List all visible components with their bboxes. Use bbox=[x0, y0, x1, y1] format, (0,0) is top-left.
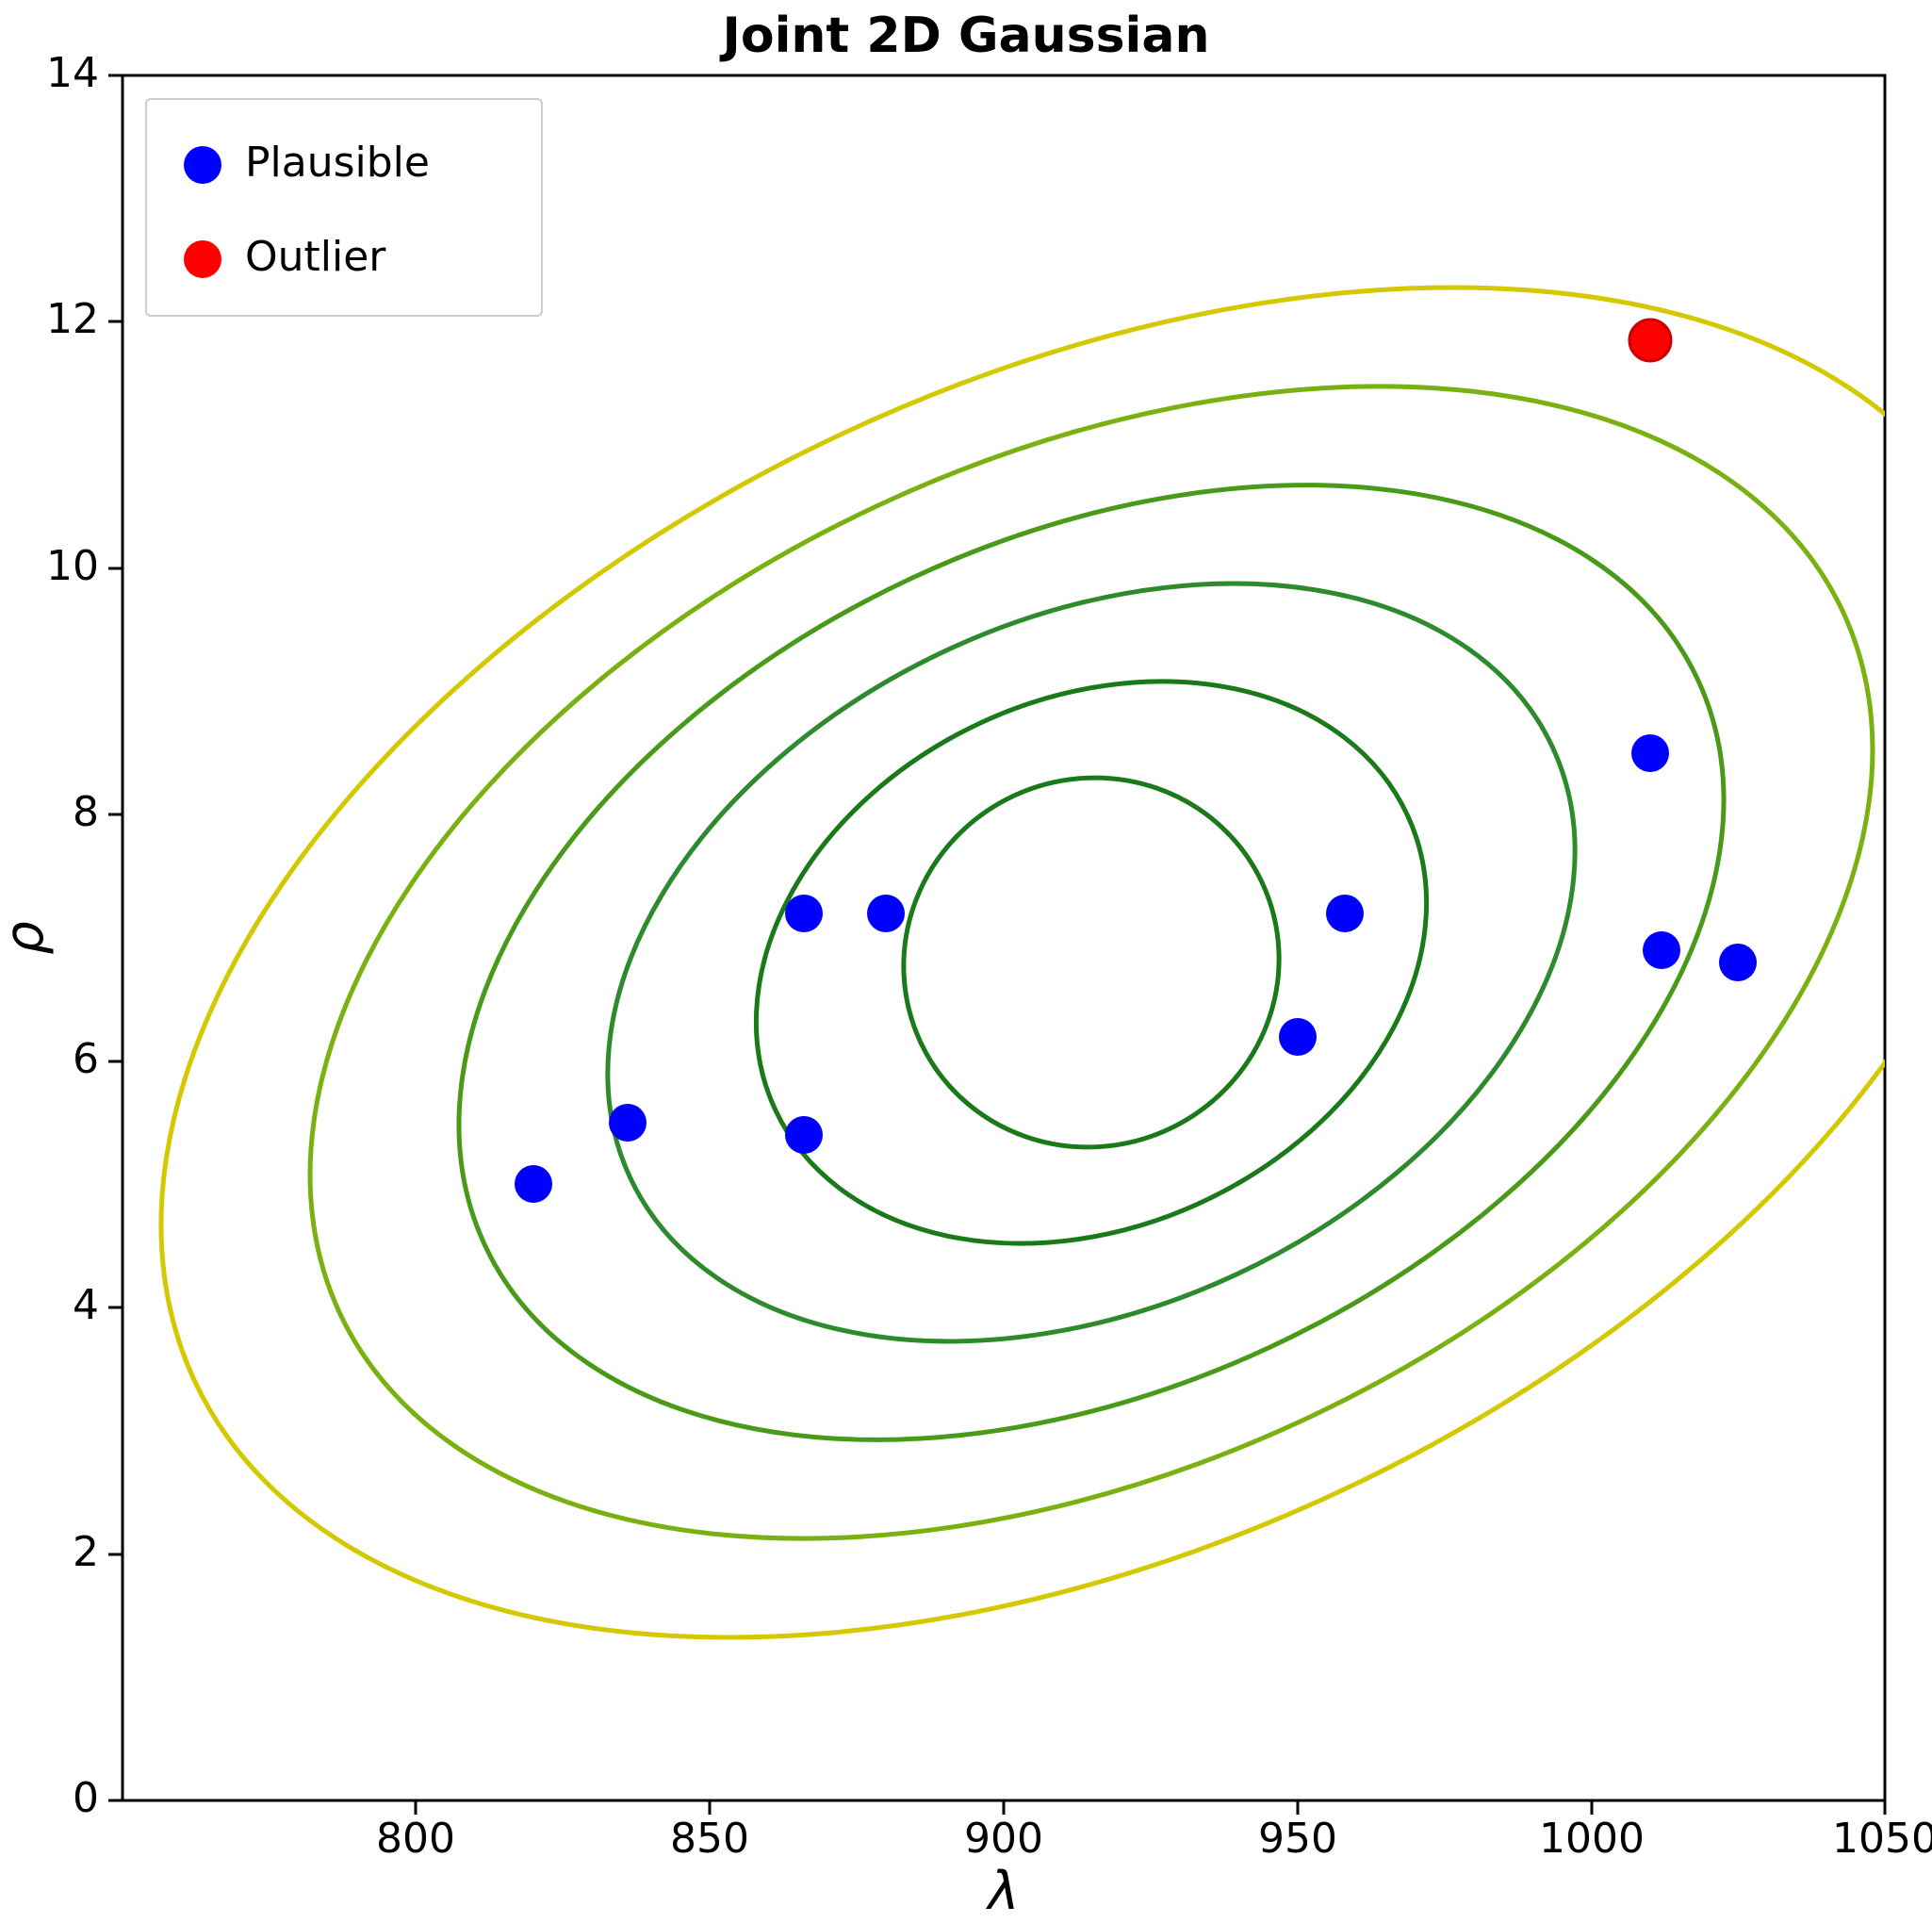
legend-plausible-label: Plausible bbox=[245, 139, 430, 187]
legend-box bbox=[146, 99, 542, 316]
y-tick-6: 6 bbox=[73, 1035, 99, 1083]
x-tick-1000: 1000 bbox=[1539, 1815, 1645, 1863]
x-axis-label: λ bbox=[985, 1861, 1019, 1922]
y-tick-14: 14 bbox=[46, 49, 99, 97]
y-tick-4: 4 bbox=[73, 1281, 99, 1329]
y-tick-0: 0 bbox=[73, 1774, 99, 1822]
x-tick-1050: 1050 bbox=[1832, 1815, 1932, 1863]
blue-point-7 bbox=[1326, 895, 1364, 932]
chart-container: Joint 2D Gaussian 800 850 900 950 1000 1… bbox=[0, 0, 1932, 1923]
blue-point-10 bbox=[1719, 944, 1757, 981]
x-tick-950: 950 bbox=[1258, 1815, 1337, 1863]
blue-point-4 bbox=[867, 895, 905, 932]
y-tick-2: 2 bbox=[73, 1528, 99, 1576]
blue-point-5 bbox=[785, 1116, 823, 1154]
blue-point-1 bbox=[515, 1165, 552, 1203]
legend-plausible-dot bbox=[184, 146, 221, 184]
blue-point-3 bbox=[785, 895, 823, 932]
x-tick-850: 850 bbox=[670, 1815, 749, 1863]
red-point-1 bbox=[1629, 320, 1671, 361]
y-tick-12: 12 bbox=[46, 295, 99, 343]
chart-title: Joint 2D Gaussian bbox=[720, 8, 1210, 64]
blue-point-8 bbox=[1631, 734, 1669, 772]
x-tick-800: 800 bbox=[376, 1815, 455, 1863]
blue-point-2 bbox=[609, 1104, 647, 1142]
y-axis-label: ρ bbox=[0, 921, 56, 955]
y-tick-8: 8 bbox=[73, 788, 99, 836]
y-tick-10: 10 bbox=[46, 542, 99, 590]
legend-outlier-dot bbox=[184, 240, 221, 278]
x-tick-900: 900 bbox=[964, 1815, 1043, 1863]
blue-point-6 bbox=[1279, 1018, 1317, 1056]
blue-point-9 bbox=[1643, 931, 1680, 969]
legend-outlier-label: Outlier bbox=[245, 233, 386, 281]
